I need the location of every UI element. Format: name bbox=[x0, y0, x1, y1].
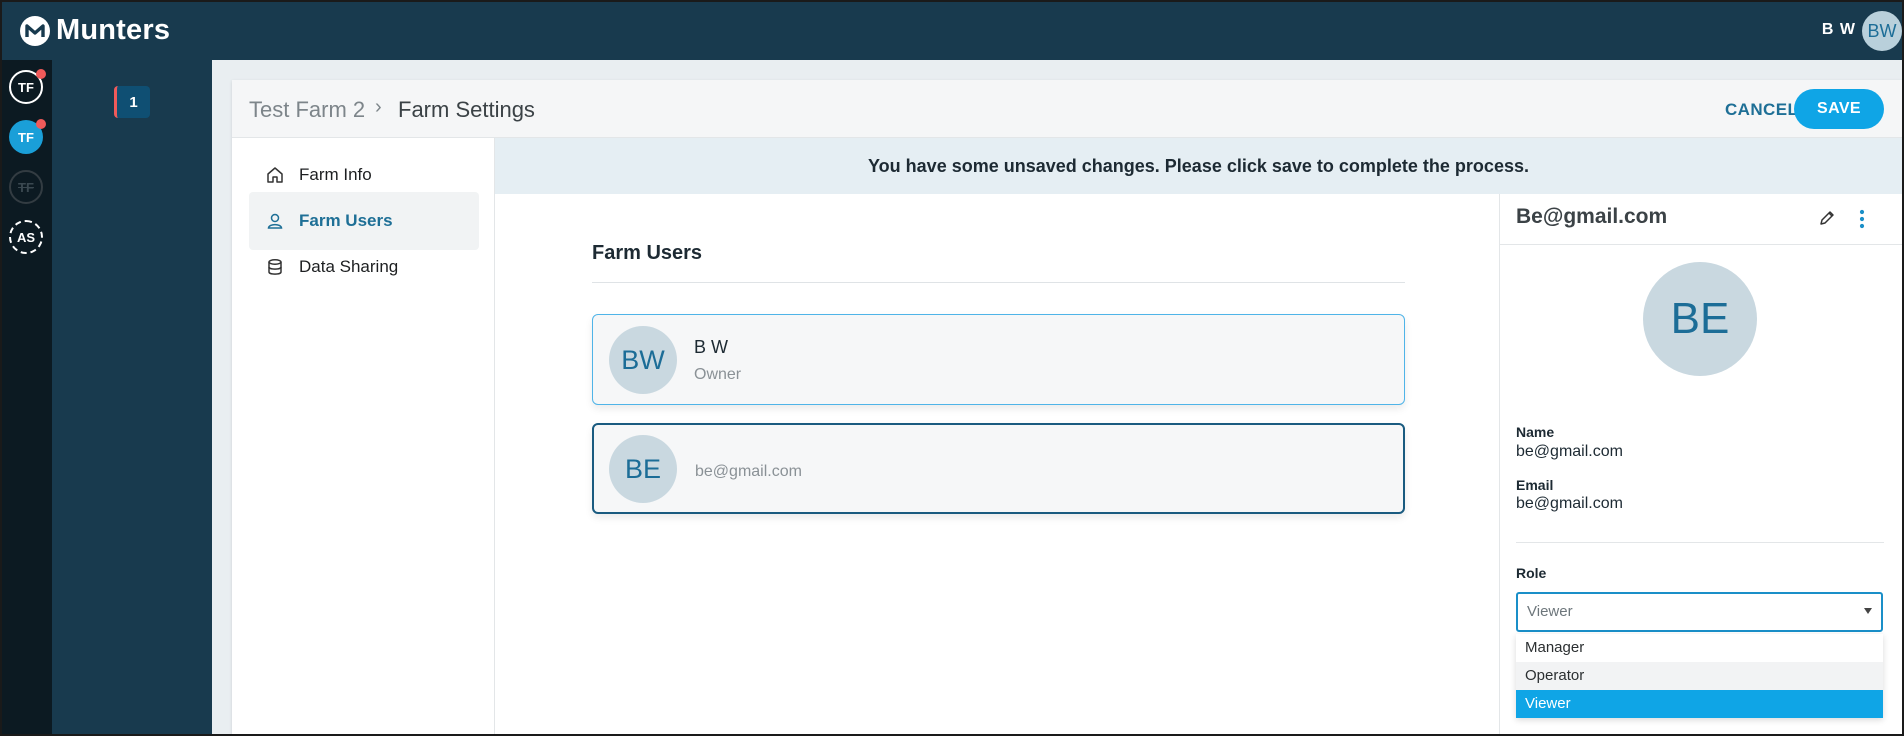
detail-title: Be@gmail.com bbox=[1516, 205, 1668, 228]
farm-users-title: Farm Users bbox=[592, 242, 703, 264]
caret-down-icon bbox=[1864, 608, 1872, 614]
user-name: B W bbox=[1821, 21, 1856, 38]
divider bbox=[1516, 542, 1884, 543]
email-value: be@gmail.com bbox=[1516, 495, 1623, 512]
save-button[interactable]: SAVE bbox=[1794, 89, 1884, 129]
more-vertical-icon[interactable] bbox=[1858, 208, 1866, 230]
role-option-operator[interactable]: Operator bbox=[1516, 662, 1883, 690]
nav-item-data-sharing[interactable]: Data Sharing bbox=[249, 238, 479, 296]
breadcrumb-chevron-icon: › bbox=[375, 96, 382, 118]
avatar: BE bbox=[609, 435, 677, 503]
edit-pencil-icon[interactable] bbox=[1818, 209, 1836, 227]
settings-nav: Farm Info Farm Users Data Sharing bbox=[232, 138, 495, 734]
unsaved-changes-banner: You have some unsaved changes. Please cl… bbox=[495, 138, 1902, 194]
user-email: be@gmail.com bbox=[695, 463, 802, 480]
divider bbox=[592, 282, 1405, 283]
role-option-viewer[interactable]: Viewer bbox=[1516, 690, 1883, 718]
home-icon bbox=[265, 165, 285, 185]
notification-dot bbox=[36, 119, 46, 129]
user-detail-panel: Be@gmail.com BE Name be@gmail.com Email … bbox=[1499, 194, 1902, 734]
farm-switch-4[interactable]: AS bbox=[9, 220, 43, 254]
secondary-panel: 1 bbox=[52, 60, 212, 734]
email-label: Email bbox=[1516, 477, 1554, 493]
breadcrumb-farm[interactable]: Test Farm 2 bbox=[249, 97, 365, 123]
nav-item-label: Farm Users bbox=[299, 211, 393, 230]
user-card-selected[interactable]: BE be@gmail.com bbox=[592, 423, 1405, 514]
role-select-value: Viewer bbox=[1527, 603, 1573, 620]
name-label: Name bbox=[1516, 424, 1555, 440]
card-header: Test Farm 2 › Farm Settings CANCEL SAVE bbox=[232, 80, 1902, 138]
notification-dot bbox=[36, 69, 46, 79]
nav-item-label: Data Sharing bbox=[299, 257, 399, 276]
farm-switch-3[interactable]: TF bbox=[9, 170, 43, 204]
database-icon bbox=[265, 257, 285, 277]
brand-name: Munters bbox=[56, 14, 171, 46]
role-select[interactable]: Viewer bbox=[1516, 592, 1883, 632]
name-value: be@gmail.com bbox=[1516, 443, 1623, 460]
user-name: B W bbox=[694, 337, 728, 357]
app-window: Munters B W BW TF TF TF AS 1 Test Farm 2… bbox=[0, 0, 1904, 736]
farm-rail: TF TF TF AS bbox=[2, 60, 52, 734]
munters-logo[interactable]: Munters bbox=[20, 14, 170, 47]
role-dropdown: Manager Operator Viewer bbox=[1516, 634, 1883, 718]
role-option-manager[interactable]: Manager bbox=[1516, 634, 1883, 662]
user-card-owner[interactable]: BW B W Owner bbox=[592, 314, 1405, 405]
avatar: BW bbox=[609, 326, 677, 394]
user-role: Owner bbox=[694, 366, 742, 383]
page-title: Farm Settings bbox=[398, 97, 535, 122]
top-bar: Munters B W BW bbox=[2, 2, 1902, 60]
detail-avatar: BE bbox=[1643, 262, 1757, 376]
detail-header: Be@gmail.com bbox=[1500, 194, 1902, 245]
user-avatar[interactable]: BW bbox=[1862, 11, 1902, 51]
munters-logo-icon bbox=[20, 15, 50, 46]
farm-settings-card: Test Farm 2 › Farm Settings CANCEL SAVE … bbox=[232, 80, 1902, 734]
role-label: Role bbox=[1516, 565, 1547, 581]
count-badge[interactable]: 1 bbox=[114, 86, 150, 118]
user-icon bbox=[265, 211, 285, 231]
nav-item-label: Farm Info bbox=[299, 165, 372, 184]
cancel-button[interactable]: CANCEL bbox=[1725, 100, 1798, 120]
